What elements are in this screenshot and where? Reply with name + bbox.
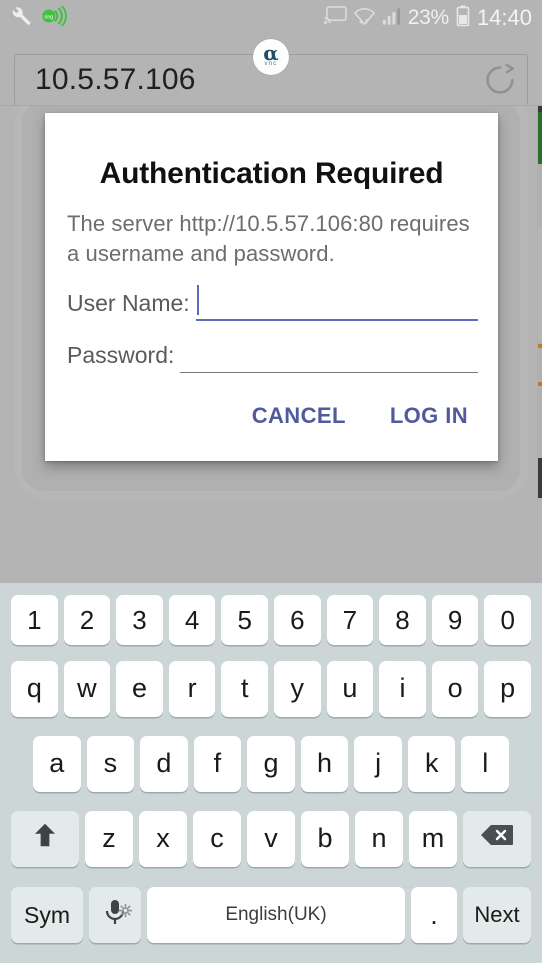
key-x[interactable]: x <box>139 810 187 867</box>
key-0[interactable]: 0 <box>484 595 531 645</box>
key-n[interactable]: n <box>355 810 403 867</box>
right-edge-strip <box>537 106 542 583</box>
key-9[interactable]: 9 <box>431 595 479 645</box>
wrench-icon <box>10 5 32 32</box>
shift-key[interactable] <box>11 810 79 867</box>
password-underline <box>180 372 478 373</box>
cancel-button[interactable]: CANCEL <box>252 403 346 429</box>
vnc-badge-label: vnc <box>264 61 278 67</box>
key-k[interactable]: k <box>407 735 456 792</box>
key-z[interactable]: z <box>85 810 133 867</box>
keyboard-row-home: a s d f g h j k l <box>8 726 534 801</box>
key-u[interactable]: u <box>326 660 374 717</box>
key-5[interactable]: 5 <box>221 595 268 645</box>
battery-percent-label: 23% <box>407 6 449 29</box>
keyboard-row-numbers: 1 2 3 4 5 6 7 8 9 0 <box>8 589 534 651</box>
text-caret <box>196 285 199 315</box>
shift-icon <box>30 820 60 857</box>
key-w[interactable]: w <box>63 660 111 717</box>
authentication-dialog: Authentication Required The server http:… <box>45 113 498 461</box>
key-p[interactable]: p <box>484 660 531 717</box>
key-2[interactable]: 2 <box>63 595 111 645</box>
keyboard-row-bottom: Sym English(UK) . Next <box>8 876 534 954</box>
status-bar: ring 23% 14:40 <box>0 0 542 36</box>
password-field-row: Password: <box>65 335 478 373</box>
key-v[interactable]: v <box>247 810 295 867</box>
keyboard-row-shift: z x c v b n m <box>8 801 534 876</box>
username-input[interactable] <box>195 283 478 321</box>
key-b[interactable]: b <box>301 810 349 867</box>
key-m[interactable]: m <box>409 810 457 867</box>
ring-broadcast-icon: ring <box>41 4 67 32</box>
period-key[interactable]: . <box>411 887 457 943</box>
vnc-site-badge: α vnc <box>253 39 289 75</box>
gear-icon <box>118 893 133 924</box>
key-g[interactable]: g <box>247 735 295 792</box>
cast-icon <box>323 6 347 30</box>
dialog-title: Authentication Required <box>99 157 444 190</box>
key-a[interactable]: a <box>32 735 81 792</box>
key-l[interactable]: l <box>461 735 510 792</box>
key-f[interactable]: f <box>193 735 242 792</box>
password-label: Password: <box>67 342 175 368</box>
reload-icon[interactable] <box>473 54 527 106</box>
key-y[interactable]: y <box>274 660 321 717</box>
key-8[interactable]: 8 <box>379 595 426 645</box>
password-input[interactable] <box>180 335 478 373</box>
dialog-actions: CANCEL LOG IN <box>65 403 478 429</box>
space-key[interactable]: English(UK) <box>147 887 405 943</box>
wifi-data-icon <box>353 6 375 31</box>
svg-text:ring: ring <box>44 14 53 20</box>
symbols-key[interactable]: Sym <box>11 887 83 943</box>
url-input[interactable]: 10.5.57.106 <box>15 63 473 97</box>
signal-bars-icon <box>382 6 401 31</box>
key-3[interactable]: 3 <box>116 595 163 645</box>
on-screen-keyboard: 1 2 3 4 5 6 7 8 9 0 q w e r t y u i o p … <box>0 583 542 963</box>
key-d[interactable]: d <box>140 735 188 792</box>
backspace-key[interactable] <box>463 810 531 867</box>
phone-screen: r i n g 23% 14:40 10.5.57.106 α vnc Authent… <box>0 0 542 963</box>
username-field-row: User Name: <box>65 283 478 321</box>
battery-icon <box>456 5 470 32</box>
key-h[interactable]: h <box>300 735 349 792</box>
next-key[interactable]: Next <box>463 887 531 943</box>
key-i[interactable]: i <box>379 660 426 717</box>
key-1[interactable]: 1 <box>11 595 58 645</box>
login-button[interactable]: LOG IN <box>390 403 468 429</box>
microphone-key[interactable] <box>89 887 141 943</box>
key-q[interactable]: q <box>11 660 58 717</box>
status-bar-right-icons: 23% 14:40 <box>323 5 532 32</box>
clock-label: 14:40 <box>476 5 532 30</box>
key-7[interactable]: 7 <box>326 595 374 645</box>
key-j[interactable]: j <box>354 735 402 792</box>
username-underline <box>195 319 478 321</box>
key-s[interactable]: s <box>86 735 135 792</box>
vnc-alpha-glyph: α <box>263 41 279 65</box>
status-bar-left-icons: ring <box>10 4 67 32</box>
key-e[interactable]: e <box>116 660 163 717</box>
key-c[interactable]: c <box>193 810 241 867</box>
key-6[interactable]: 6 <box>274 595 321 645</box>
username-label: User Name: <box>67 290 190 316</box>
keyboard-row-top: q w e r t y u i o p <box>8 651 534 726</box>
key-4[interactable]: 4 <box>168 595 216 645</box>
backspace-icon <box>480 823 514 854</box>
key-t[interactable]: t <box>221 660 268 717</box>
key-o[interactable]: o <box>431 660 479 717</box>
key-r[interactable]: r <box>168 660 216 717</box>
dialog-message: The server http://10.5.57.106:80 require… <box>67 211 470 266</box>
